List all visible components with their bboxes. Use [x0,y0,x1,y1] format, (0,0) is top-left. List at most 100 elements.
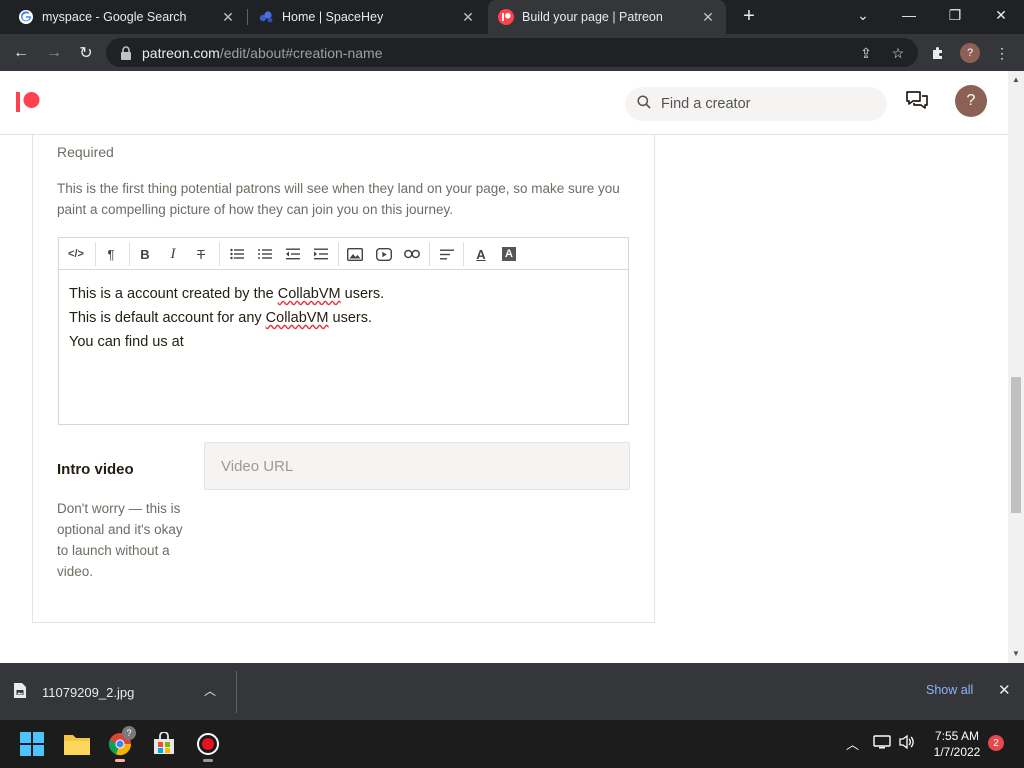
file-explorer-icon[interactable] [59,726,95,762]
editor-content[interactable]: This is a account created by the CollabV… [59,270,628,366]
windows-taskbar: ? ︿ 7:55 AM 1/7/2022 2 [0,720,1024,768]
tab-patreon[interactable]: Build your page | Patreon ✕ [488,0,726,34]
url-path: /edit/about#creation-name [219,44,383,61]
intro-video-description: Don't worry — this is optional and it's … [57,501,183,579]
scroll-down-icon[interactable]: ▼ [1012,649,1020,658]
search-placeholder: Find a creator [661,96,751,112]
url-host: patreon.com [142,44,220,61]
intro-video-title: Intro video [57,461,134,478]
editor-line: You can find us at [69,330,618,354]
editor-line: This is default account for any CollabVM… [69,306,618,330]
bold-icon[interactable]: B [133,242,157,266]
editor-toolbar: </> ¶ B I T A A [59,238,628,270]
tab-google-search[interactable]: myspace - Google Search ✕ [8,0,246,34]
toolbar-divider [129,242,130,266]
image-file-icon [14,683,26,701]
active-app-indicator [115,759,125,762]
show-all-button[interactable]: Show all [926,683,973,697]
reload-icon[interactable]: ↻ [73,40,99,66]
insert-image-icon[interactable] [343,242,367,266]
address-bar[interactable]: patreon.com/edit/about#creation-name [106,38,918,67]
close-download-bar-icon[interactable]: ✕ [998,681,1011,699]
spacehey-icon [258,9,274,25]
required-label: Required [57,144,114,160]
tray-overflow-chevron-icon[interactable]: ︿ [846,734,859,753]
google-icon [18,9,34,25]
clock-time: 7:55 AM [934,729,980,743]
italic-icon[interactable]: I [161,242,185,266]
about-help-text: This is the first thing potential patron… [57,181,620,217]
tab-title: Home | SpaceHey [282,10,384,24]
messages-icon[interactable] [905,90,933,118]
editor-text: This is a account created by the [69,286,278,302]
scroll-up-icon[interactable]: ▲ [1012,75,1020,84]
windows-start-icon[interactable] [14,726,50,762]
video-url-input[interactable]: Video URL [204,442,630,490]
toolbar-divider [463,242,464,266]
insert-video-icon[interactable] [372,242,396,266]
user-avatar[interactable]: ? [955,85,987,117]
search-icon [637,94,651,114]
volume-icon[interactable] [898,734,916,753]
tab-spacehey[interactable]: Home | SpaceHey ✕ [248,0,486,34]
tab-title: myspace - Google Search [42,10,187,24]
misspelled-word: CollabVM [265,310,329,326]
bullet-list-icon[interactable] [225,242,249,266]
close-tab-icon[interactable]: ✕ [220,9,236,25]
chrome-taskbar-icon[interactable]: ? [102,726,138,762]
page-viewport: Required This is the first thing potenti… [0,71,1024,663]
find-creator-search[interactable]: Find a creator [625,87,887,121]
url-text: patreon.com/edit/about#creation-name [142,45,383,61]
minimize-icon[interactable]: — [886,0,932,30]
close-tab-icon[interactable]: ✕ [460,9,476,25]
running-app-indicator [203,759,213,762]
taskbar-clock[interactable]: 7:55 AM 1/7/2022 [925,728,989,760]
download-item[interactable]: 11079209_2.jpg [14,677,134,707]
browser-tab-strip: myspace - Google Search ✕ Home | SpaceHe… [0,0,1024,34]
toolbar-divider [95,242,96,266]
microsoft-store-icon[interactable] [146,726,182,762]
profile-avatar[interactable]: ? [958,41,982,65]
download-filename: 11079209_2.jpg [42,684,135,700]
close-window-icon[interactable]: ✕ [978,0,1024,30]
numbered-list-icon[interactable] [253,242,277,266]
code-view-icon[interactable]: </> [64,242,88,266]
download-bar: 11079209_2.jpg ︿ Show all ✕ [0,663,1024,720]
insert-link-icon[interactable] [400,242,424,266]
tab-search-chevron-icon[interactable]: ⌄ [840,0,886,30]
text-color-icon[interactable]: A [469,242,493,266]
extensions-puzzle-icon[interactable] [926,41,950,65]
outdent-icon[interactable] [281,242,305,266]
patreon-icon [498,9,514,25]
rich-text-editor: </> ¶ B I T A A This is a account create… [58,237,629,425]
editor-text: This is default account for any [69,310,266,326]
toolbar-divider [429,242,430,266]
background-color-icon[interactable]: A [497,242,521,266]
toolbar-divider [219,242,220,266]
new-tab-plus-icon[interactable]: + [738,5,760,27]
editor-text: users. [340,286,385,302]
toolbar-divider [338,242,339,266]
strikethrough-icon[interactable]: T [189,242,213,266]
network-icon[interactable] [873,734,891,753]
browser-toolbar: ← → ↻ patreon.com/edit/about#creation-na… [0,34,1024,71]
share-icon[interactable]: ⇪ [854,41,878,65]
forward-arrow-icon[interactable]: → [41,40,67,66]
download-divider [236,671,237,713]
back-arrow-icon[interactable]: ← [8,40,34,66]
screen-recorder-icon[interactable] [190,726,226,762]
bookmark-star-icon[interactable]: ☆ [886,41,910,65]
restore-icon[interactable]: ❐ [932,0,978,30]
indent-icon[interactable] [309,242,333,266]
notification-badge[interactable]: 2 [988,735,1004,751]
editor-text: You can find us at [69,334,184,350]
close-tab-icon[interactable]: ✕ [700,9,716,25]
patreon-logo-icon[interactable] [16,92,40,112]
chevron-up-icon[interactable]: ︿ [204,682,216,699]
editor-text: users. [328,310,373,326]
text-align-icon[interactable] [435,242,459,266]
scroll-thumb[interactable] [1011,377,1021,513]
page-scrollbar[interactable]: ▲ ▼ [1008,71,1024,663]
paragraph-format-icon[interactable]: ¶ [99,242,123,266]
chrome-menu-icon[interactable]: ⋮ [990,41,1014,65]
